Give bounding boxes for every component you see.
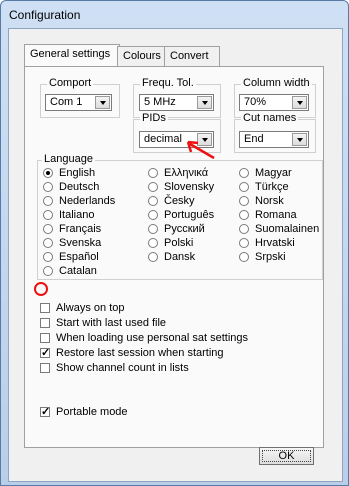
comport-select[interactable]: Com 1 [45, 94, 112, 111]
radio-label: Polski [164, 237, 194, 249]
annotation-arrow-icon [186, 140, 215, 160]
radio-label: Français [59, 223, 102, 235]
chevron-down-icon[interactable] [292, 96, 307, 109]
annotation-circle-icon [34, 282, 48, 296]
radio-label: Suomalainen [255, 223, 320, 235]
chevron-down-icon[interactable] [95, 96, 110, 109]
checkbox-label: Show channel count in lists [56, 362, 189, 374]
radio-dot[interactable] [43, 168, 53, 178]
radio-label: Nederlands [59, 195, 116, 207]
radio-dot[interactable] [239, 238, 249, 248]
radio-label: Srpski [255, 251, 286, 263]
radio-label: Türkçe [255, 181, 289, 193]
radio-label: Svenska [59, 237, 102, 249]
radio-dot[interactable] [148, 238, 158, 248]
checkbox-label: Start with last used file [56, 317, 167, 329]
language-label: Language [42, 153, 95, 165]
radio-dot[interactable] [43, 196, 53, 206]
checkbox-label: Portable mode [56, 406, 128, 418]
pids-label: PIDs [140, 112, 168, 124]
radio-dot[interactable] [148, 252, 158, 262]
checkbox-label: Always on top [56, 302, 125, 314]
radio-label: English [59, 167, 96, 179]
radio-dot[interactable] [239, 252, 249, 262]
radio-label: Русский [164, 223, 205, 235]
radio-dot[interactable] [239, 196, 249, 206]
radio-label: Hrvatski [255, 237, 295, 249]
ok-button[interactable]: OK [259, 447, 314, 465]
radio-label: Italiano [59, 209, 95, 221]
radio-dot[interactable] [239, 168, 249, 178]
radio-label: Norsk [255, 195, 284, 207]
radio-dot[interactable] [148, 168, 158, 178]
comport-value: Com 1 [50, 96, 83, 108]
checkbox-label: When loading use personal sat settings [56, 332, 249, 344]
radio-dot[interactable] [43, 210, 53, 220]
chevron-down-icon[interactable] [197, 96, 212, 109]
pids-value: decimal [144, 133, 182, 145]
radio-label: Slovensky [164, 181, 215, 193]
title-bar[interactable]: Configuration [1, 1, 348, 28]
checkbox-box[interactable] [40, 318, 50, 328]
radio-dot[interactable] [239, 224, 249, 234]
radio-label: Dansk [164, 251, 196, 263]
checkbox-box[interactable] [40, 333, 50, 343]
radio-label: Português [164, 209, 215, 221]
radio-dot[interactable] [148, 224, 158, 234]
radio-dot[interactable] [43, 252, 53, 262]
radio-label: Catalan [59, 265, 97, 277]
radio-dot[interactable] [43, 266, 53, 276]
radio-dot[interactable] [148, 182, 158, 192]
column-width-value: 70% [244, 96, 267, 108]
window-title: Configuration [9, 8, 81, 22]
chevron-down-icon[interactable] [292, 133, 307, 146]
column-width-label: Column width [241, 77, 312, 89]
radio-dot[interactable] [148, 210, 158, 220]
frequ-tol-value: 5 MHz [144, 96, 176, 108]
cut-names-select[interactable]: End [239, 131, 309, 148]
tab-convert[interactable]: Convert [164, 46, 220, 66]
checkbox-box[interactable] [40, 346, 50, 359]
checkbox-label: Restore last session when starting [56, 347, 224, 359]
checkbox-box[interactable] [40, 363, 50, 373]
cut-names-label: Cut names [241, 112, 299, 124]
radio-dot[interactable] [148, 196, 158, 206]
radio-label: Ελληνικά [164, 167, 209, 179]
radio-label: Romana [255, 209, 297, 221]
radio-label: Español [59, 251, 99, 263]
cut-names-value: End [244, 133, 264, 145]
radio-dot[interactable] [43, 182, 53, 192]
frequ-tol-select[interactable]: 5 MHz [139, 94, 214, 111]
checkbox-box[interactable] [40, 405, 50, 418]
radio-dot[interactable] [239, 182, 249, 192]
frequ-tol-label: Frequ. Tol. [140, 77, 196, 89]
radio-label: Česky [164, 195, 195, 207]
radio-label: Magyar [255, 167, 292, 179]
comport-label: Comport [47, 77, 94, 89]
radio-dot[interactable] [43, 224, 53, 234]
radio-dot[interactable] [43, 238, 53, 248]
checkbox-box[interactable] [40, 303, 50, 313]
column-width-select[interactable]: 70% [239, 94, 309, 111]
radio-dot[interactable] [239, 210, 249, 220]
radio-label: Deutsch [59, 181, 100, 193]
tab-general-settings[interactable]: General settings [24, 44, 120, 66]
